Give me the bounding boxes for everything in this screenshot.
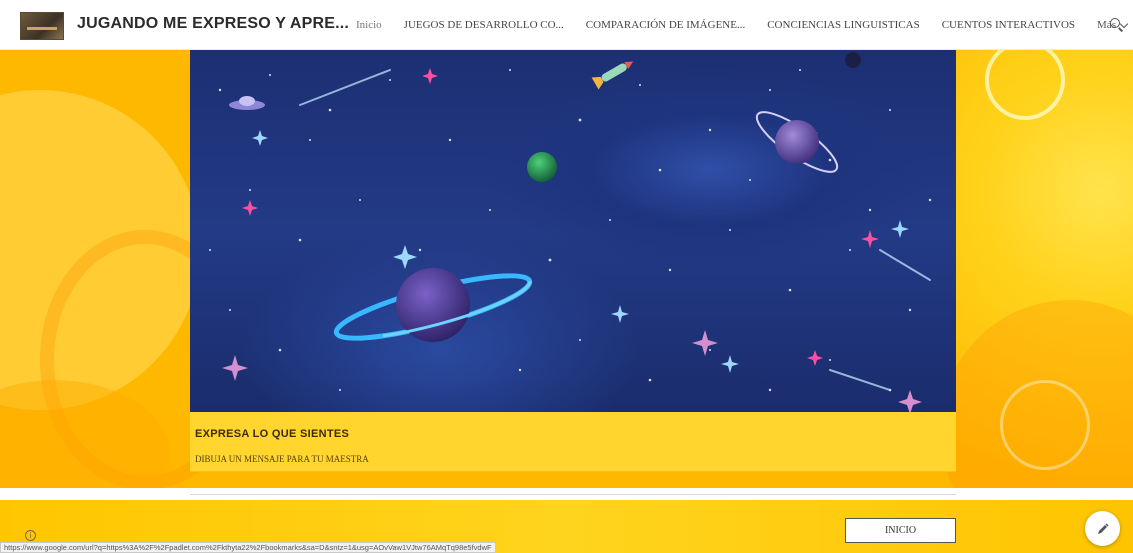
- caption-subtitle: DIBUJA UN MENSAJE PARA TU MAESTRA: [195, 454, 369, 464]
- comets: [299, 69, 931, 391]
- top-navigation-bar: JUGANDO ME EXPRESO Y APRE... Inicio JUEG…: [0, 0, 1133, 50]
- horizontal-divider: [190, 494, 956, 495]
- main-navigation: Inicio JUEGOS DE DESARROLLO CO... COMPAR…: [356, 19, 1129, 31]
- nav-item-conciencias[interactable]: CONCIENCIAS LINGUISTICAS: [767, 19, 919, 31]
- nav-item-juegos[interactable]: JUEGOS DE DESARROLLO CO...: [404, 19, 564, 31]
- star-field: [209, 69, 932, 392]
- nav-item-inicio[interactable]: Inicio: [356, 19, 382, 31]
- space-illustration-image[interactable]: [190, 50, 956, 412]
- decorative-ring: [985, 50, 1065, 120]
- pink-stars: [242, 68, 879, 366]
- inicio-button[interactable]: INICIO: [845, 518, 956, 543]
- hero-caption-panel: EXPRESA LO QUE SIENTES DIBUJA UN MENSAJE…: [190, 412, 956, 472]
- pencil-icon: [1097, 522, 1109, 534]
- nav-item-cuentos[interactable]: CUENTOS INTERACTIVOS: [942, 19, 1075, 31]
- status-bar-url: https://www.google.com/url?q=https%3A%2F…: [0, 542, 496, 553]
- edit-button[interactable]: [1085, 511, 1120, 546]
- info-icon[interactable]: i: [25, 530, 36, 541]
- space-illustration-svg: [209, 52, 932, 412]
- search-icon[interactable]: [1110, 18, 1124, 32]
- caption-title: EXPRESA LO QUE SIENTES: [195, 428, 350, 440]
- nav-item-comparacion[interactable]: COMPARACIÓN DE IMÁGENE...: [586, 19, 745, 31]
- site-logo[interactable]: [20, 12, 64, 40]
- decorative-ring: [1000, 380, 1090, 470]
- pink-bursts: [222, 330, 922, 412]
- site-title[interactable]: JUGANDO ME EXPRESO Y APRE...: [77, 15, 349, 33]
